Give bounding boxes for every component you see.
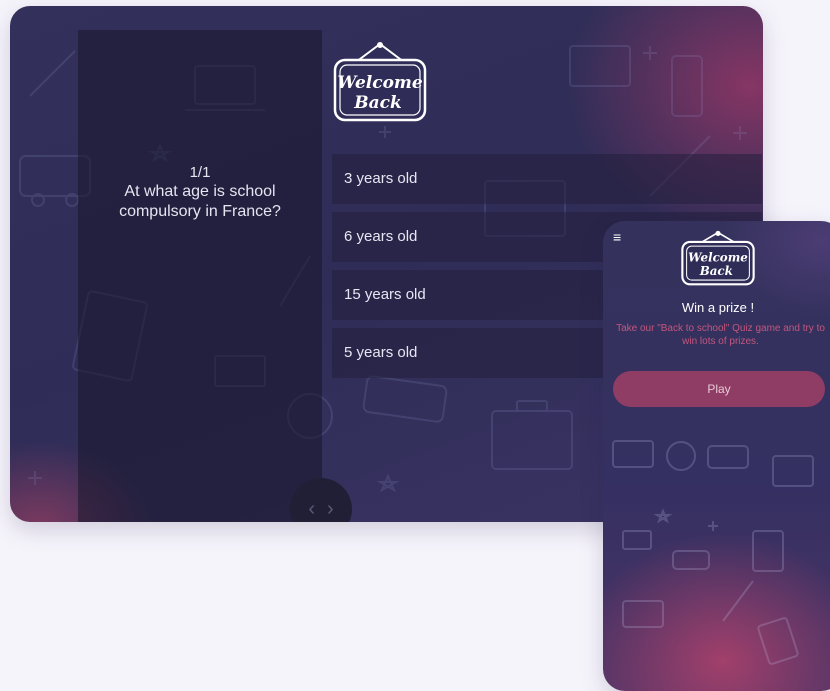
logo-line2: Back — [699, 264, 733, 278]
prize-description: Take our "Back to school" Quiz game and … — [616, 323, 825, 347]
prize-title: Win a prize ! — [681, 300, 755, 315]
chevron-left-icon[interactable]: ‹ — [308, 498, 315, 521]
school-doodle-pattern — [612, 440, 814, 665]
question-counter: 1/1 — [189, 164, 211, 181]
question-panel — [78, 30, 322, 522]
play-button[interactable]: Play — [613, 371, 825, 407]
logo-line1: Welcome — [337, 73, 423, 93]
welcome-back-logo: Welcome Back — [333, 42, 427, 122]
logo-line1: Welcome — [688, 250, 748, 264]
chevron-right-icon[interactable]: › — [327, 498, 334, 521]
logo-line2: Back — [353, 93, 402, 113]
hamburger-icon[interactable]: ≡ — [613, 229, 621, 245]
question-text: At what age is school compulsory in Fran… — [119, 183, 281, 220]
answer-option-1[interactable]: 3 years old — [332, 154, 762, 204]
phone-screen: ≡ Welcome Back Win a prize ! Take our "B… — [603, 221, 830, 691]
welcome-back-logo: Welcome Back — [681, 230, 755, 286]
